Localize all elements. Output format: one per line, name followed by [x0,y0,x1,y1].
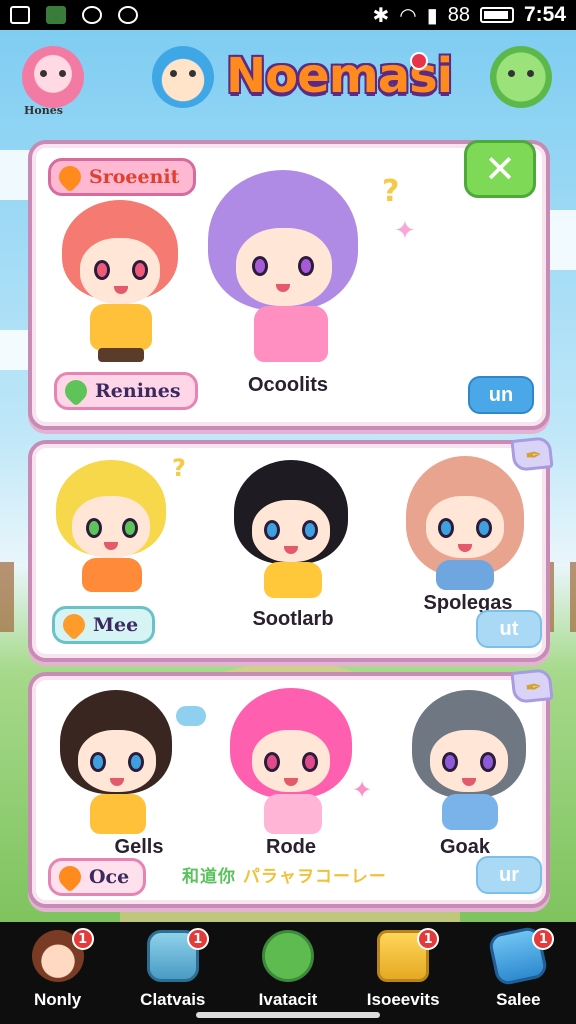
sparkle-icon: ✦ [352,776,373,804]
left-avatar-label: Hones [24,104,63,117]
character-name: Gells [114,836,164,858]
nav-item-isoeevits[interactable]: 1 Isoeevits [349,928,457,1010]
chat-icon [261,930,314,982]
panel2-pill-label: Mee [93,614,139,636]
heart-icon [58,609,90,641]
swirl-icon: ? [172,454,186,482]
nav-label: Salee [496,990,541,1009]
nav-item-salee[interactable]: 1 Salee [464,925,572,1010]
home-indicator[interactable] [196,1012,380,1018]
promo-text-yellow: パラャヲコーレー [242,867,387,887]
app-icon [46,6,66,24]
close-button[interactable]: ✕ [464,140,536,198]
nav-item-ivatacit[interactable]: Ivatacit [234,930,342,1010]
nav-item-clatvais[interactable]: 1 Clatvais [119,928,227,1010]
panel3-action-label: ur [499,863,519,886]
character-row-panel-2: ? Mee Sootlarb Spolegas ut [28,435,554,662]
featured-tag-label: Sroeenit [89,166,180,188]
star-sparkle-icon: ✦ [394,216,416,246]
badge-count: 1 [532,928,555,950]
panel2-action-label: ut [499,617,519,640]
panel1-pill-label: Renines [95,380,181,402]
green-monster-avatar[interactable] [490,46,552,108]
pink-bear-avatar[interactable] [22,46,84,108]
panel2-action-button[interactable]: ut [476,610,542,648]
nav-label: Ivatacit [258,990,318,1009]
nav-label: Nonly [33,990,82,1009]
cloud-icon [176,706,206,726]
badge-count: 1 [417,928,440,950]
promo-text: 和道你 パラャヲコーレー [182,862,387,887]
player-avatar[interactable] [152,46,214,108]
signal-icon: ▮ [426,4,438,27]
nav-label: Isoeevits [366,990,440,1009]
pen-badge-icon[interactable] [510,667,554,705]
header: Hones Noemasi [0,30,576,130]
heart-icon [54,161,86,193]
badge-count: 1 [71,928,94,950]
bluetooth-icon: ✱ [372,4,390,27]
panel1-action-button[interactable]: un [468,376,534,414]
panel2-pill[interactable]: Mee [52,606,156,644]
gallery-icon [10,6,30,24]
panel3-pill-label: Oce [89,866,130,888]
status-bar: ✱ ◠ ▮ 88 7:54 [0,0,576,30]
featured-character-name: Ocoolits [247,374,328,396]
featured-character-panel: Sroeenit ✕ ? ✦ Renines Ocoolits un [28,140,550,430]
wifi-icon: ◠ [399,4,417,27]
featured-tag[interactable]: Sroeenit [48,158,197,196]
alarm-icon [82,6,102,24]
badge-count: 1 [186,928,209,950]
bottom-navigation: 1 Nonly 1 Clatvais Ivatacit 1 Isoeevits … [0,922,576,1024]
nav-item-nonly[interactable]: 1 Nonly [4,928,112,1010]
panel1-action-label: un [488,383,514,406]
pen-badge-icon[interactable] [510,435,554,473]
battery-percent: 88 [447,3,470,26]
character-row-panel-3: ✦ Gells Rode Goak Oce 和道你 パラャヲコーレー ur [28,667,554,908]
clock: 7:54 [523,3,566,26]
character-name: Sootlarb [252,608,334,630]
game-controller-icon [118,6,138,24]
heart-icon [60,375,92,407]
nav-label: Clatvais [140,990,206,1009]
heart-icon [54,861,86,893]
panel3-pill[interactable]: Oce [48,858,147,896]
notification-dot [410,52,428,70]
promo-text-green: 和道你 [182,867,236,887]
question-mark-icon: ? [382,174,400,209]
panel3-action-button[interactable]: ur [476,856,542,894]
character-name: Rode [266,836,316,858]
battery-icon [479,7,514,23]
panel1-pill[interactable]: Renines [54,372,198,410]
close-icon: ✕ [484,147,516,191]
